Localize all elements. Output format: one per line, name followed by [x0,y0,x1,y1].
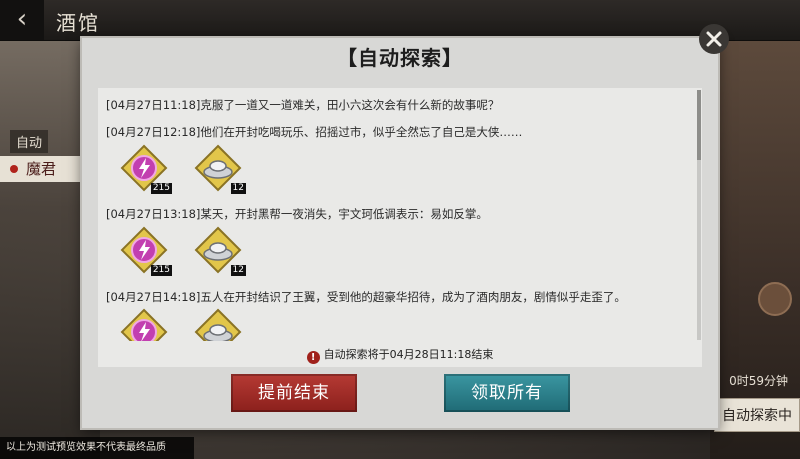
log-text: 某天，开封黑帮一夜消失，宇文珂低调表示：易如反掌。 [200,207,488,221]
silver-ingot-icon[interactable] [194,308,242,341]
character-tag[interactable]: 魔君 [0,156,86,182]
remaining-time: 0时59分钟 [729,374,788,388]
exploration-log-panel: [04月27日11:18]克服了一道又一道难关，田小六这次会有什么新的故事呢？ … [98,88,702,367]
purple-lightning-gem-icon[interactable] [120,308,168,341]
reward-count: 215 [150,183,172,194]
close-icon[interactable] [697,22,731,56]
log-time: [04月27日14:18] [106,290,201,304]
top-bar: ‹ 酒馆 [0,0,800,41]
silver-ingot-icon[interactable]: 12 [194,144,246,194]
warning-icon: ! [306,351,320,364]
exploration-log-list[interactable]: [04月27日11:18]克服了一道又一道难关，田小六这次会有什么新的故事呢？ … [98,88,694,341]
log-entry: [04月27日14:18]五人在开封结识了王翼，受到他的超豪华招待，成为了酒肉朋… [106,289,626,305]
right-scene-art [710,40,800,459]
claim-all-button[interactable]: 领取所有 [444,374,570,412]
log-entry: [04月27日11:18]克服了一道又一道难关，田小六这次会有什么新的故事呢？ [106,97,499,113]
page-title: 酒馆 [56,11,100,35]
log-text: 他们在开封吃喝玩乐、招摇过市，似乎全然忘了自己是大侠…… [200,125,523,139]
end-early-button[interactable]: 提前结束 [231,374,357,412]
reward-count: 12 [230,265,246,276]
auto-label: 自动 [10,130,49,153]
dialog-title: 【自动探索】 [337,46,463,70]
auto-explore-end-notice: ! 自动探索将于04月28日11:18结束 [98,346,702,364]
purple-lightning-gem-icon[interactable]: 215 [120,226,172,276]
log-entry: [04月27日13:18]某天，开封黑帮一夜消失，宇文珂低调表示：易如反掌。 [106,206,488,222]
right-coin-icon [758,282,792,316]
scrollbar-thumb[interactable] [697,90,701,160]
log-scrollbar[interactable] [697,90,701,340]
log-time: [04月27日12:18] [106,125,201,139]
silver-ingot-icon[interactable]: 12 [194,226,246,276]
preview-disclaimer: 以上为测试预览效果不代表最终品质 [0,437,194,459]
reward-count: 12 [230,183,246,194]
reward-row [120,308,242,341]
purple-lightning-gem-icon[interactable]: 215 [120,144,172,194]
log-time: [04月27日11:18] [106,98,201,112]
auto-explore-status-button[interactable]: 自动探索中 [714,398,800,432]
reward-row: 215 12 [120,226,246,276]
log-entry: [04月27日12:18]他们在开封吃喝玩乐、招摇过市，似乎全然忘了自己是大侠…… [106,124,522,140]
log-time: [04月27日13:18] [106,207,201,221]
status-text: 自动探索将于04月28日11:18结束 [323,348,494,361]
log-text: 五人在开封结识了王翼，受到他的超豪华招待，成为了酒肉朋友，剧情似乎走歪了。 [200,290,626,304]
log-text: 克服了一道又一道难关，田小六这次会有什么新的故事呢？ [200,98,500,112]
back-chevron-icon[interactable]: ‹ [0,0,44,40]
reward-row: 215 12 [120,144,246,194]
reward-count: 215 [150,265,172,276]
